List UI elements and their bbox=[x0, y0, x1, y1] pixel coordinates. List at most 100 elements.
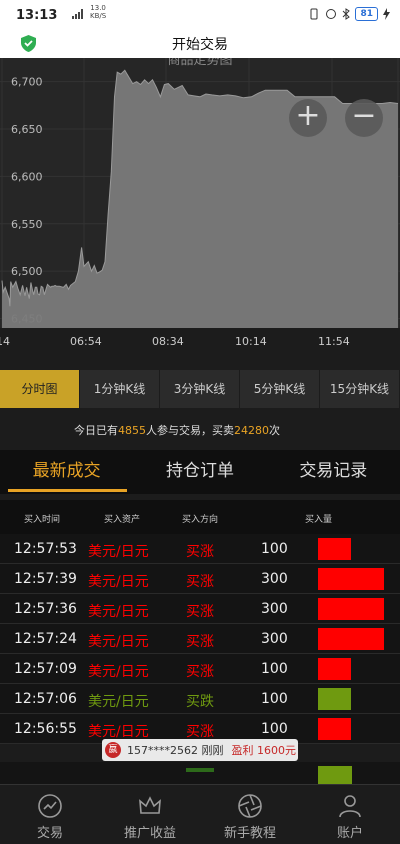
notice-trades: 24280 bbox=[234, 423, 269, 437]
tab-15min-kline[interactable]: 15分钟K线 bbox=[320, 370, 400, 408]
row-asset: 美元/日元 bbox=[88, 574, 149, 590]
table-row: 12:57:24 美元/日元 买涨 300 bbox=[0, 624, 400, 654]
row-asset: 美元/日元 bbox=[88, 634, 149, 650]
y-tick-label: 6,550 bbox=[11, 218, 43, 231]
x-tick-label: 14 bbox=[0, 335, 10, 348]
x-tick-label: 10:14 bbox=[235, 335, 267, 348]
table-row: 12:57:53 美元/日元 买涨 100 bbox=[0, 534, 400, 564]
y-tick-label: 6,700 bbox=[11, 76, 43, 89]
nav-account[interactable]: 账户 bbox=[300, 785, 400, 844]
row-quantity: 300 bbox=[261, 571, 288, 587]
row-direction: 买涨 bbox=[186, 604, 214, 620]
nav-trade[interactable]: 交易 bbox=[0, 785, 100, 844]
price-chart[interactable]: 商品走势图6,7006,6506,6006,5506,5006,4501406:… bbox=[0, 58, 400, 358]
row-time: 12:57:24 bbox=[14, 631, 77, 647]
nav-account-label: 账户 bbox=[336, 826, 363, 841]
toast-user: 157****2562 刚刚 bbox=[127, 744, 224, 757]
alarm-icon bbox=[326, 9, 337, 19]
bottom-nav: 交易 推广收益 新手教程 账户 bbox=[0, 784, 400, 844]
volume-bar bbox=[318, 568, 384, 590]
row-quantity: 100 bbox=[261, 691, 288, 707]
notice-suffix: 次 bbox=[269, 424, 280, 437]
x-tick-label: 11:54 bbox=[318, 335, 350, 348]
row-direction: 买跌 bbox=[186, 694, 214, 710]
tab-1min-kline[interactable]: 1分钟K线 bbox=[80, 370, 160, 408]
table-row: 12:57:39 美元/日元 买涨 300 bbox=[0, 564, 400, 594]
section-tabs: 最新成交 持仓订单 交易记录 bbox=[0, 450, 400, 494]
table-row: 12:57:09 美元/日元 买涨 100 bbox=[0, 654, 400, 684]
aperture-icon bbox=[238, 794, 262, 818]
signal-icons bbox=[72, 9, 88, 19]
row-direction: 买涨 bbox=[186, 544, 214, 560]
volume-bar bbox=[318, 658, 351, 680]
row-time: 12:57:09 bbox=[14, 661, 77, 677]
volume-bar bbox=[318, 628, 384, 650]
row-quantity: 100 bbox=[261, 721, 288, 737]
tab-timeshare[interactable]: 分时图 bbox=[0, 370, 80, 408]
header-asset: 买入资产 bbox=[104, 515, 141, 525]
nav-trade-label: 交易 bbox=[36, 826, 63, 841]
y-tick-label: 6,650 bbox=[11, 123, 43, 136]
nav-promotion-label: 推广收益 bbox=[123, 826, 176, 841]
zoom-in-button[interactable]: + bbox=[289, 99, 327, 137]
row-asset: 美元/日元 bbox=[88, 544, 149, 560]
row-quantity: 300 bbox=[261, 601, 288, 617]
volume-bar bbox=[318, 598, 384, 620]
participation-notice: 今日已有 4855 人参与交易，买卖 24280 次 bbox=[0, 412, 400, 448]
y-tick-label: 6,600 bbox=[11, 170, 43, 183]
trend-chart-icon bbox=[38, 794, 62, 818]
notice-middle: 人参与交易，买卖 bbox=[146, 424, 234, 437]
volume-bar bbox=[318, 538, 351, 560]
network-speed: 13.0 KB/S bbox=[90, 4, 106, 20]
volume-bar bbox=[318, 688, 351, 710]
page-title: 开始交易 bbox=[172, 37, 228, 53]
row-direction: 买涨 bbox=[186, 574, 214, 590]
nav-promotion[interactable]: 推广收益 bbox=[100, 785, 200, 844]
table-row-partial bbox=[0, 762, 400, 784]
header-direction: 买入方向 bbox=[182, 515, 219, 525]
row-quantity: 100 bbox=[261, 541, 288, 557]
tab-5min-kline[interactable]: 5分钟K线 bbox=[240, 370, 320, 408]
header-time: 买入时间 bbox=[24, 515, 61, 525]
kline-tabs: 分时图 1分钟K线 3分钟K线 5分钟K线 15分钟K线 bbox=[0, 370, 400, 408]
header-quantity: 买入量 bbox=[305, 515, 333, 525]
row-asset: 美元/日元 bbox=[88, 694, 149, 710]
tab-positions[interactable]: 持仓订单 bbox=[133, 450, 266, 494]
row-direction: 买涨 bbox=[186, 664, 214, 680]
row-time: 12:57:06 bbox=[14, 691, 77, 707]
battery-level: 81 bbox=[355, 7, 378, 21]
nav-tutorial[interactable]: 新手教程 bbox=[200, 785, 300, 844]
speed-value: 13.0 bbox=[90, 4, 106, 12]
notice-prefix: 今日已有 bbox=[74, 424, 118, 437]
table-header: 买入时间 买入资产 买入方向 买入量 bbox=[0, 500, 400, 534]
volume-bar bbox=[318, 718, 351, 740]
y-tick-label: 6,500 bbox=[11, 265, 43, 278]
x-tick-label: 06:54 bbox=[70, 335, 102, 348]
price-chart-svg: 商品走势图6,7006,6506,6006,5506,5006,4501406:… bbox=[0, 58, 400, 348]
brand-logo-icon: 嬴 bbox=[105, 742, 121, 758]
title-bar: 开始交易 bbox=[0, 30, 400, 58]
row-direction: 买涨 bbox=[186, 634, 214, 650]
vibrate-icon bbox=[310, 8, 318, 20]
status-right: 81 bbox=[308, 7, 390, 21]
bluetooth-icon bbox=[343, 8, 351, 20]
row-time: 12:57:53 bbox=[14, 541, 77, 557]
row-direction: 买涨 bbox=[186, 724, 214, 740]
row-asset: 美元/日元 bbox=[88, 724, 149, 740]
zoom-out-button[interactable]: − bbox=[345, 99, 383, 137]
row-time: 12:57:36 bbox=[14, 601, 77, 617]
row-quantity: 300 bbox=[261, 631, 288, 647]
tab-latest-deals[interactable]: 最新成交 bbox=[0, 450, 133, 494]
user-icon bbox=[339, 795, 361, 818]
tab-trade-records[interactable]: 交易记录 bbox=[267, 450, 400, 494]
volume-bar-fragment bbox=[318, 766, 352, 784]
toast-profit: 盈利 1600元 bbox=[231, 744, 297, 757]
tab-3min-kline[interactable]: 3分钟K线 bbox=[160, 370, 240, 408]
status-bar: 13:13 13.0 KB/S 81 bbox=[0, 0, 400, 30]
row-quantity: 100 bbox=[261, 661, 288, 677]
deals-list: 12:57:53 美元/日元 买涨 100 12:57:39 美元/日元 买涨 300 12:5… bbox=[0, 534, 400, 744]
chart-title: 商品走势图 bbox=[167, 58, 232, 68]
signal-icon bbox=[72, 9, 83, 19]
direction-fragment bbox=[186, 768, 214, 772]
table-row: 12:57:36 美元/日元 买涨 300 bbox=[0, 594, 400, 624]
